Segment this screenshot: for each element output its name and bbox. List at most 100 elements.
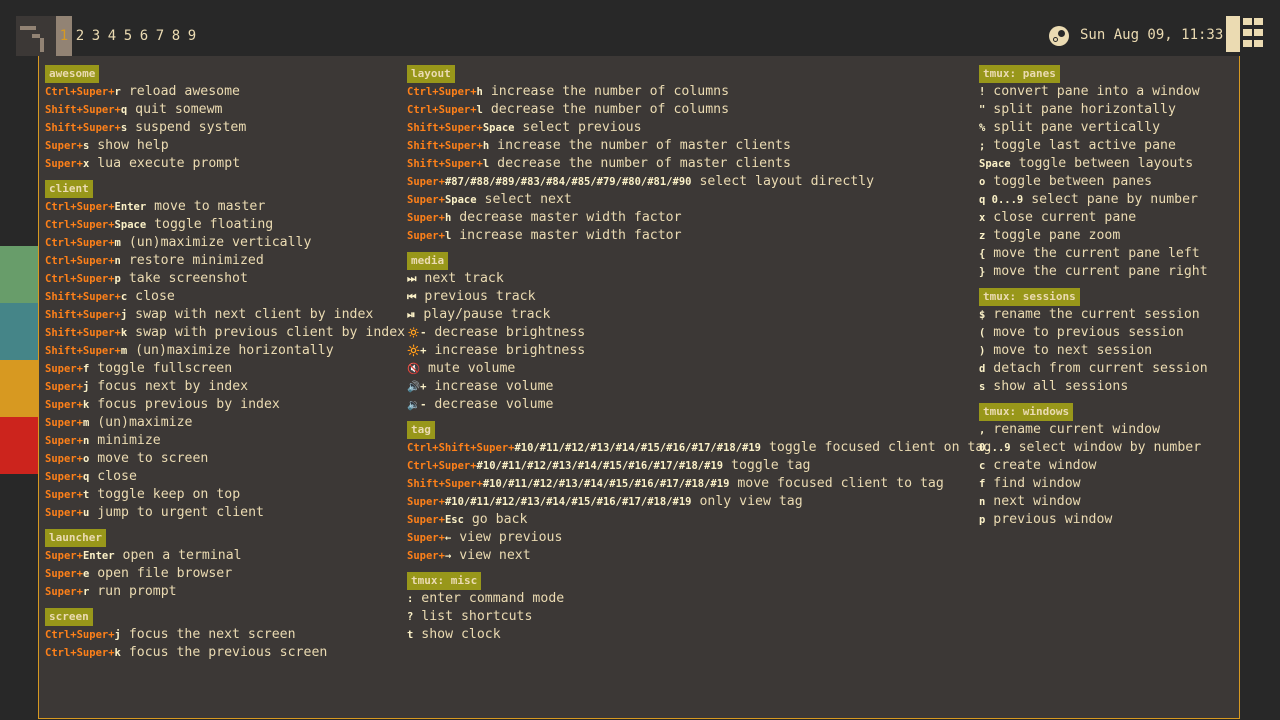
client-strip[interactable] [0,246,38,303]
hotkey-key: m [120,345,128,357]
hotkey-description: toggle floating [154,217,274,232]
hotkey-description: move the current pane left [993,246,1200,261]
tile-layout-icon[interactable] [1226,16,1266,56]
group-title: tmux: misc [407,572,482,590]
hotkey-key: → [444,550,452,562]
hotkey-description: previous window [993,512,1113,527]
hotkey-key: x [979,212,986,224]
hotkey-key: x [82,158,90,170]
hotkey-modifier: Super+ [45,568,83,580]
hotkey-row: % split pane vertically [979,119,1208,137]
hotkey-modifier: Ctrl+Super+ [45,273,115,285]
hotkey-group: screen Ctrl+Super+j focus the next screen… [45,605,405,662]
client-strip[interactable] [0,303,38,360]
hotkey-key: u [82,507,90,519]
hotkey-row: Shift+Super+s suspend system [45,119,405,137]
hotkey-row: ! convert pane into a window [979,83,1208,101]
hotkey-row: Ctrl+Super+k focus the previous screen [45,644,405,662]
hotkey-row: Super+t toggle keep on top [45,486,405,504]
hotkey-group: tmux: panes! convert pane into a window "… [979,62,1208,281]
hotkey-modifier: Shift+Super+ [45,309,121,321]
hotkey-row: Super+Esc go back [407,511,991,529]
clock: Sun Aug 09, 11:33 [1080,27,1224,43]
hotkey-description: next track [424,271,504,286]
hotkey-key: Enter [82,550,115,562]
tag-4[interactable]: 4 [104,16,120,56]
hotkey-group: client Ctrl+Super+Enter move to master Ctr… [45,177,405,522]
steam-icon[interactable] [1049,26,1069,46]
hotkey-description: show help [97,138,169,153]
hotkey-description: toggle tag [731,458,811,473]
tag-6[interactable]: 6 [136,16,152,56]
hotkey-key: q 0...9 [979,194,1024,206]
hotkey-modifier: Super+ [45,453,83,465]
hotkey-key: Esc [444,514,464,526]
hotkey-modifier: Ctrl+Super+ [45,86,115,98]
hotkey-key: #10/#11/#12/#13/#14/#15/#16/#17/#18/#19 [514,442,762,454]
hotkey-description: move to master [154,199,266,214]
hotkey-key: h [476,86,483,98]
hotkey-row: t show clock [407,626,991,644]
hotkey-key: ← [444,532,452,544]
hotkey-modifier: Super+ [45,471,83,483]
hotkey-row: Super+x lua execute prompt [45,155,405,173]
hotkey-description: increase brightness [434,343,586,358]
hotkey-description: toggle keep on top [97,487,241,502]
hotkey-key: m [82,417,90,429]
hotkey-modifier: Shift+Super+ [45,327,121,339]
hotkey-description: open file browser [97,566,233,581]
tag-2[interactable]: 2 [72,16,88,56]
hotkey-row: Ctrl+Super+Space toggle floating [45,216,405,234]
awesome-launcher-icon[interactable] [16,16,56,56]
hotkey-key: p [114,273,121,285]
hotkey-row: d detach from current session [979,360,1208,378]
tag-9[interactable]: 9 [184,16,200,56]
hotkey-description: decrease volume [434,397,554,412]
hotkey-description: only view tag [699,494,803,509]
hotkey-key: k [114,647,121,659]
hotkey-description: focus previous by index [97,397,280,412]
hotkey-row: ; toggle last active pane [979,137,1208,155]
tag-7[interactable]: 7 [152,16,168,56]
hotkey-key: { [979,248,986,260]
hotkey-key: ⏭ [407,273,417,285]
hotkey-description: swap with previous client by index [135,325,406,340]
hotkey-row: Super+Space select next [407,191,991,209]
tag-1[interactable]: 1 [56,16,72,56]
hotkey-description: increase the number of columns [490,84,730,99]
hotkey-modifier: Super+ [45,363,83,375]
hotkey-row: 🔇 mute volume [407,360,991,378]
hotkey-modifier: Ctrl+Shift+Super+ [407,442,515,454]
hotkey-description: create window [993,458,1097,473]
client-strip[interactable] [0,360,38,417]
hotkey-description: (un)maximize [97,415,193,430]
hotkey-row: Super+n minimize [45,432,405,450]
hotkey-row: 🔊+ increase volume [407,378,991,396]
hotkey-modifier: Super+ [407,550,445,562]
hotkey-row: ⏮ previous track [407,288,991,306]
hotkey-row: Ctrl+Super+r reload awesome [45,83,405,101]
hotkey-modifier: Super+ [407,532,445,544]
hotkey-modifier: Ctrl+Super+ [45,201,115,213]
hotkey-description: close [97,469,137,484]
hotkey-description: lua execute prompt [97,156,241,171]
hotkey-row: ( move to previous session [979,324,1208,342]
hotkey-row: ) move to next session [979,342,1208,360]
hotkey-key: k [82,399,90,411]
tag-8[interactable]: 8 [168,16,184,56]
hotkey-key: n [82,435,90,447]
hotkey-key: o [979,176,986,188]
hotkey-key: ? [407,611,414,623]
hotkey-key: 0...9 [979,442,1011,454]
client-strip[interactable] [0,417,38,474]
hotkey-key: h [444,212,452,224]
hotkey-modifier: Shift+Super+ [407,122,483,134]
hotkey-description: (un)maximize horizontally [135,343,334,358]
tag-5[interactable]: 5 [120,16,136,56]
hotkey-key: e [82,568,90,580]
hotkey-row: Ctrl+Super+n restore minimized [45,252,405,270]
hotkey-description: select pane by number [1031,192,1198,207]
hotkey-row: 🔉- decrease volume [407,396,991,414]
hotkey-modifier: Shift+Super+ [407,140,483,152]
tag-3[interactable]: 3 [88,16,104,56]
